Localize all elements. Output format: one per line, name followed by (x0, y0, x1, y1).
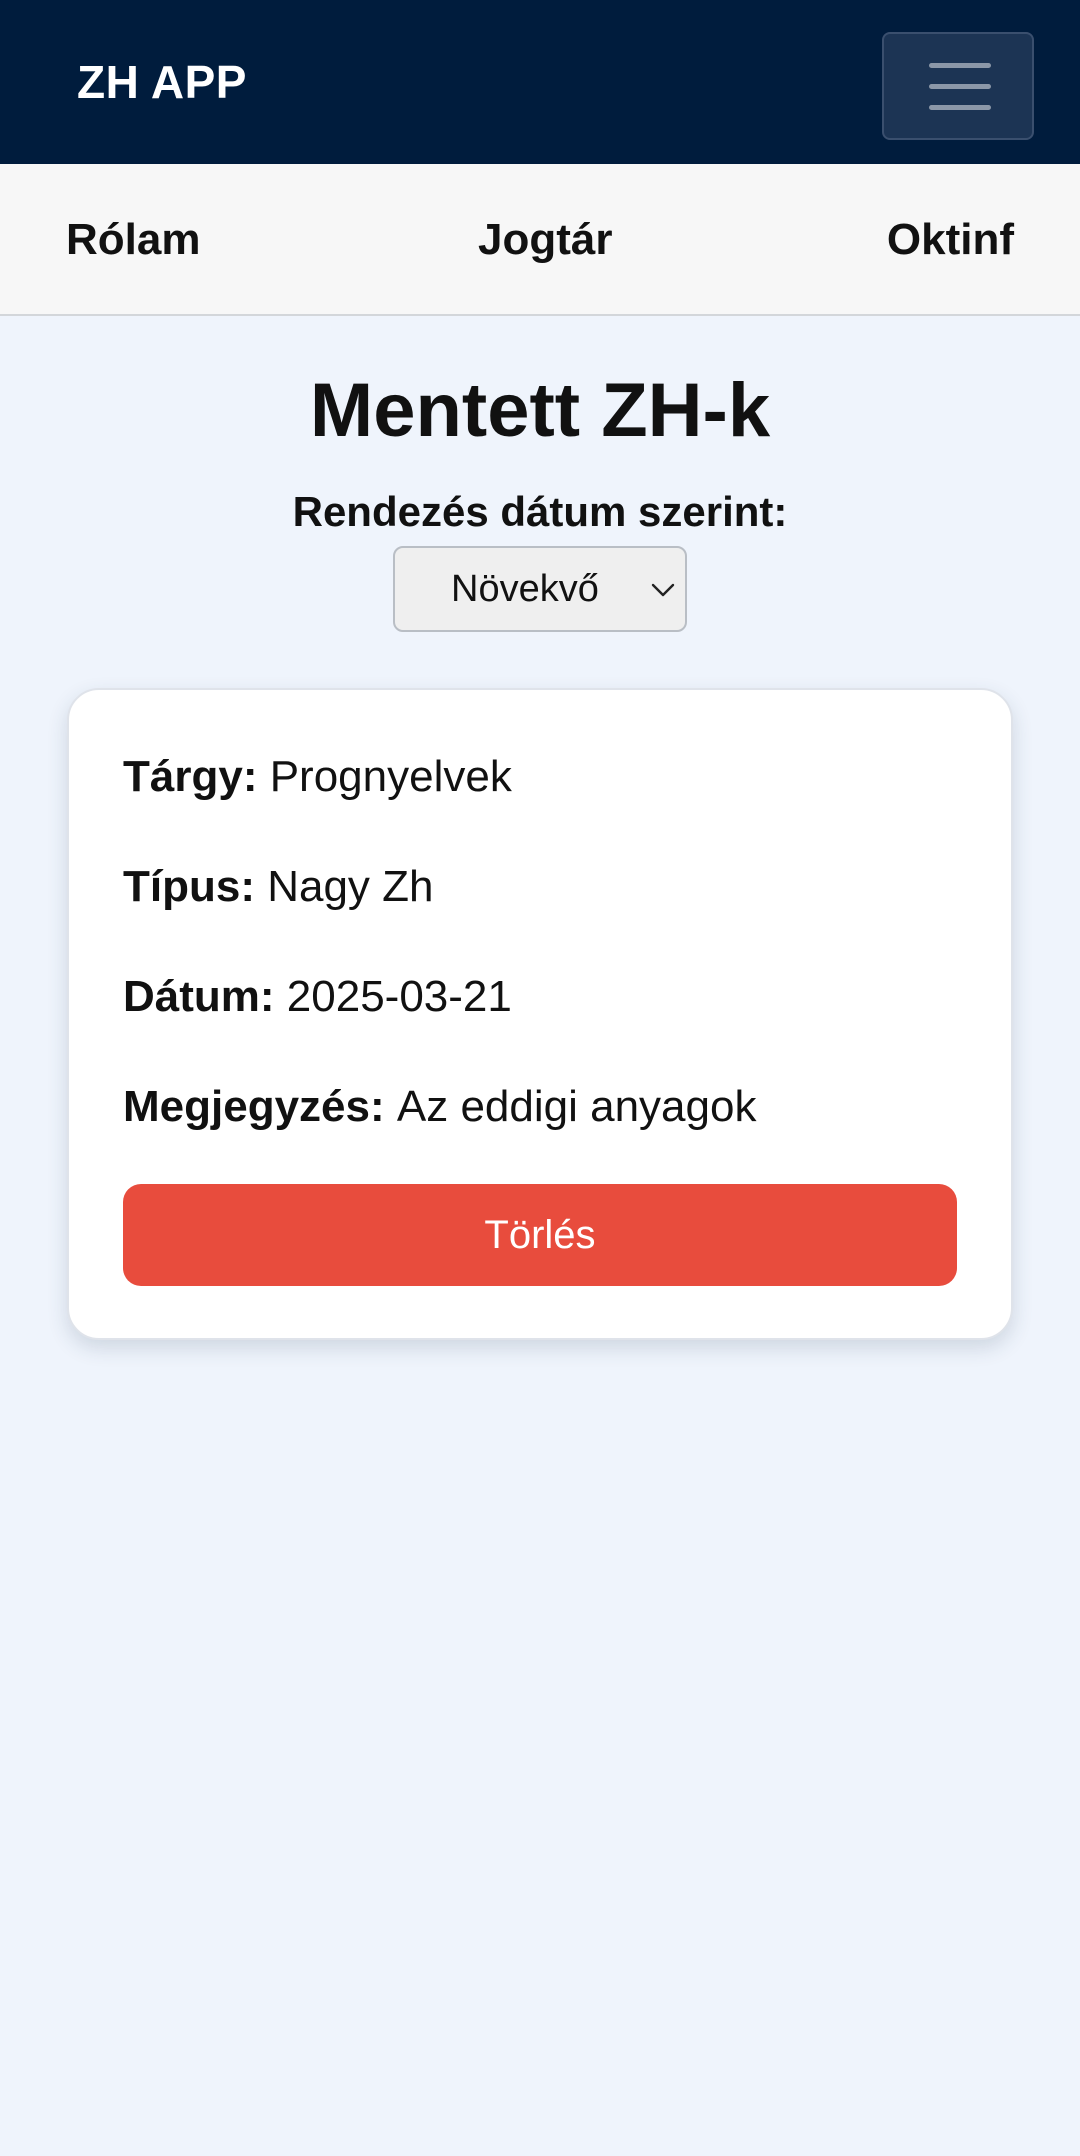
sort-selected-value: Növekvő (451, 568, 599, 610)
type-value: Nagy Zh (267, 862, 434, 911)
app-brand[interactable]: ZH APP (77, 54, 247, 110)
delete-button[interactable]: Törlés (123, 1184, 957, 1286)
chevron-down-icon (651, 583, 675, 597)
page-title: Mentett ZH-k (309, 368, 771, 453)
date-value: 2025-03-21 (286, 972, 512, 1021)
note-label: Megjegyzés: (123, 1082, 397, 1131)
saved-exam-card: Tárgy: Prognyelvek Típus: Nagy Zh Dátum:… (67, 688, 1013, 1340)
app-header: ZH APP (0, 0, 1080, 164)
note-value: Az eddigi anyagok (396, 1082, 757, 1131)
main-nav: Rólam Jogtár Oktinf (0, 164, 1080, 316)
nav-link-rolam[interactable]: Rólam (66, 214, 200, 266)
note-row: Megjegyzés: Az eddigi anyagok (123, 1080, 756, 1134)
subject-label: Tárgy: (123, 752, 270, 801)
sort-order-select[interactable]: Növekvő (393, 546, 687, 632)
sort-label: Rendezés dátum szerint: (292, 488, 788, 535)
date-label: Dátum: (123, 972, 287, 1021)
menu-toggle-button[interactable] (882, 32, 1034, 140)
nav-link-oktinf[interactable]: Oktinf (887, 214, 1014, 266)
type-label: Típus: (123, 862, 268, 911)
subject-value: Prognyelvek (269, 752, 512, 801)
type-row: Típus: Nagy Zh (123, 860, 434, 914)
menu-icon-bar (929, 63, 991, 68)
subject-row: Tárgy: Prognyelvek (123, 750, 512, 804)
menu-icon-bar (929, 105, 991, 110)
date-row: Dátum: 2025-03-21 (123, 970, 512, 1024)
nav-link-jogtar[interactable]: Jogtár (478, 214, 612, 266)
menu-icon-bar (929, 84, 991, 89)
